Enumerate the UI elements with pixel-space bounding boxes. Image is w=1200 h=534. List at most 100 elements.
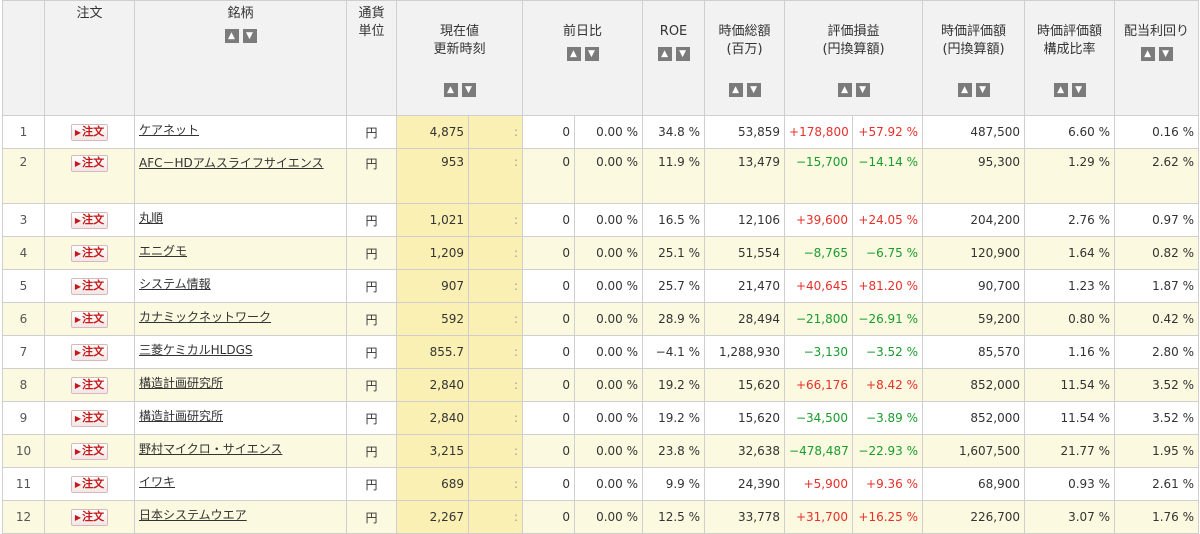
pnl-cell: +39,600	[784, 203, 854, 237]
roe-cell: 9.9 %	[642, 467, 706, 501]
currency-cell: 円	[346, 236, 397, 270]
dividend-cell: 2.61 %	[1114, 467, 1200, 501]
change-pct-cell: 0.00 %	[574, 115, 644, 149]
dividend-cell: 2.62 %	[1114, 148, 1200, 204]
stock-name-link[interactable]: 構造計画研究所	[139, 376, 223, 390]
sort-desc-icon[interactable]: ▼	[855, 83, 870, 97]
stock-name-cell: 構造計画研究所	[134, 401, 347, 435]
order-cell: ▶注文	[44, 500, 135, 534]
table-row: 10 ▶注文 野村マイクロ・サイエンス 円 3,215:0 0.00 % 23.8 % 32,…	[2, 434, 1200, 468]
ratio-cell: 11.54 %	[1024, 401, 1116, 435]
stock-name-link[interactable]: 丸順	[139, 211, 163, 225]
sort-desc-icon[interactable]: ▼	[975, 83, 990, 97]
change-pct-cell: 0.00 %	[574, 335, 644, 369]
stock-name-cell: 丸順	[134, 203, 347, 237]
sort-desc-icon[interactable]: ▼	[675, 47, 690, 61]
order-button[interactable]: ▶注文	[70, 244, 109, 262]
change-cell: 0	[522, 434, 576, 468]
order-button[interactable]: ▶注文	[70, 211, 109, 229]
sort-asc-icon[interactable]: ▲	[1140, 47, 1155, 61]
sort-asc-icon[interactable]: ▲	[443, 83, 458, 97]
update-time-cell: :	[467, 269, 524, 303]
roe-cell: 34.8 %	[642, 115, 706, 149]
order-button[interactable]: ▶注文	[70, 442, 109, 460]
order-button[interactable]: ▶注文	[70, 508, 109, 526]
stock-name-link[interactable]: システム情報	[139, 277, 211, 291]
dividend-cell: 0.97 %	[1114, 203, 1200, 237]
price-cell: 2,840	[396, 401, 469, 435]
sort-asc-icon[interactable]: ▲	[728, 83, 743, 97]
pnl-pct-cell: +57.92 %	[852, 115, 924, 149]
order-cell: ▶注文	[44, 302, 135, 336]
arrow-icon: ▶	[74, 446, 82, 456]
pnl-pct-cell: −3.52 %	[852, 335, 924, 369]
sort-desc-icon[interactable]: ▼	[584, 47, 599, 61]
table-row: 3 ▶注文 丸順 円 1,021:0 0.00 % 16.5 % 12,106 +39,600 +…	[2, 203, 1200, 237]
sort-asc-icon[interactable]: ▲	[566, 47, 581, 61]
stock-name-link[interactable]: カナミックネットワーク	[139, 310, 271, 324]
order-button[interactable]: ▶注文	[70, 343, 109, 361]
pnl-cell: +31,700	[784, 500, 854, 534]
order-button[interactable]: ▶注文	[70, 123, 109, 141]
pnl-cell: −34,500	[784, 401, 854, 435]
change-cell: 0	[522, 269, 576, 303]
mktcap-cell: 15,620	[704, 368, 786, 402]
order-cell: ▶注文	[44, 467, 135, 501]
sort-asc-icon[interactable]: ▲	[657, 47, 672, 61]
order-button[interactable]: ▶注文	[70, 409, 109, 427]
stock-name-link[interactable]: 日本システムウエア	[139, 508, 247, 522]
sort-desc-icon[interactable]: ▼	[1071, 83, 1086, 97]
stock-name-link[interactable]: 三菱ケミカルHLDGS	[139, 343, 253, 357]
currency-cell: 円	[346, 434, 397, 468]
sort-asc-icon[interactable]: ▲	[957, 83, 972, 97]
order-button[interactable]: ▶注文	[70, 376, 109, 394]
order-cell: ▶注文	[44, 434, 135, 468]
stock-name-link[interactable]: AFC－HDアムスライフサイエンス	[139, 156, 324, 170]
mktcap-cell: 53,859	[704, 115, 786, 149]
arrow-icon: ▶	[74, 413, 82, 423]
currency-cell: 円	[346, 203, 397, 237]
order-cell: ▶注文	[44, 148, 135, 204]
order-button[interactable]: ▶注文	[70, 310, 109, 328]
stock-name-link[interactable]: イワキ	[139, 475, 175, 489]
change-cell: 0	[522, 115, 576, 149]
change-pct-cell: 0.00 %	[574, 148, 644, 204]
price-cell: 1,021	[396, 203, 469, 237]
arrow-icon: ▶	[74, 215, 82, 225]
stock-name-link[interactable]: 野村マイクロ・サイエンス	[139, 442, 282, 456]
pnl-cell: +5,900	[784, 467, 854, 501]
order-button[interactable]: ▶注文	[70, 155, 109, 172]
sort-asc-icon[interactable]: ▲	[1053, 83, 1068, 97]
row-index: 4	[2, 236, 45, 270]
header-row: 注文 銘柄 ▲ ▼ 通貨 単位 現在値 更新時刻 ▲ ▼ 前日比 ▲ ▼ ROE ▲ ▼…	[2, 0, 1200, 116]
update-time-cell: :	[467, 500, 524, 534]
pnl-cell: −21,800	[784, 302, 854, 336]
stock-name-cell: カナミックネットワーク	[134, 302, 347, 336]
valuation-cell: 487,500	[922, 115, 1026, 149]
sort-asc-icon[interactable]: ▲	[224, 29, 239, 43]
pnl-pct-cell: +24.05 %	[852, 203, 924, 237]
sort-desc-icon[interactable]: ▼	[1158, 47, 1173, 61]
table-row: 2 ▶注文 AFC－HDアムスライフサイエンス円 953:0 0.00 % 11.9 % 1…	[2, 148, 1200, 204]
arrow-icon: ▶	[74, 479, 82, 489]
col-dividend: 配当利回り ▲ ▼	[1114, 0, 1200, 116]
roe-cell: 19.2 %	[642, 401, 706, 435]
valuation-cell: 68,900	[922, 467, 1026, 501]
order-button[interactable]: ▶注文	[70, 277, 109, 295]
row-index: 5	[2, 269, 45, 303]
update-time-cell: :	[467, 434, 524, 468]
order-button[interactable]: ▶注文	[70, 475, 109, 493]
price-cell: 2,840	[396, 368, 469, 402]
mktcap-cell: 21,470	[704, 269, 786, 303]
stock-name-cell: エニグモ	[134, 236, 347, 270]
sort-desc-icon[interactable]: ▼	[746, 83, 761, 97]
arrow-icon: ▶	[74, 314, 82, 324]
sort-asc-icon[interactable]: ▲	[837, 83, 852, 97]
update-time-cell: :	[467, 115, 524, 149]
change-pct-cell: 0.00 %	[574, 401, 644, 435]
stock-name-link[interactable]: エニグモ	[139, 244, 187, 258]
stock-name-link[interactable]: ケアネット	[139, 123, 199, 137]
sort-desc-icon[interactable]: ▼	[242, 29, 257, 43]
sort-desc-icon[interactable]: ▼	[461, 83, 476, 97]
row-index: 11	[2, 467, 45, 501]
